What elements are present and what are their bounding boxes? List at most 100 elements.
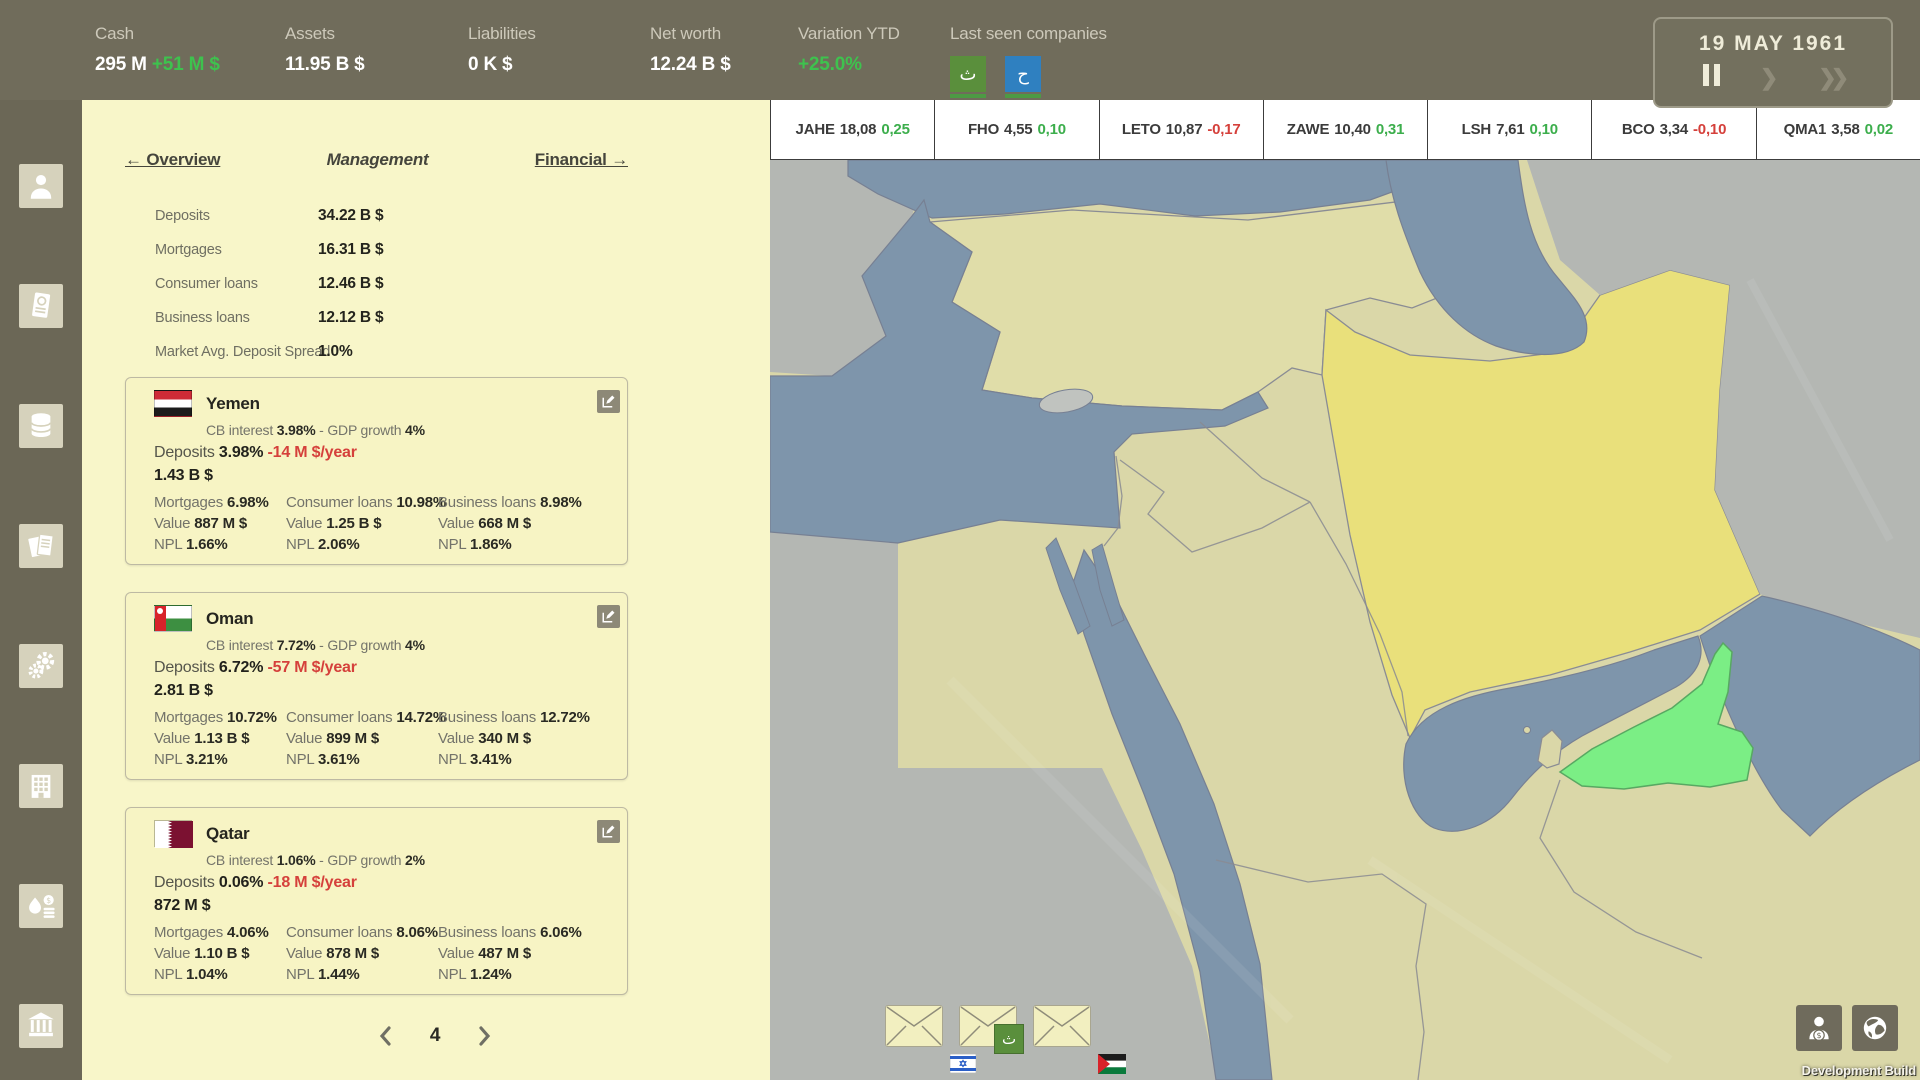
country-card-oman: Oman CB interest 7.72% - GDP growth 4% D… [125,592,628,780]
svg-text:$: $ [1816,1031,1821,1040]
demographics-button[interactable]: $ [1796,1005,1842,1051]
company-underline [950,94,986,98]
stat-row: Business loans12.12 B $ [125,302,685,336]
nav-financial-link[interactable]: Financial → [535,150,628,170]
pause-icon [1703,64,1720,86]
business-loans-column: Business loans 8.98% Value 668 M $ NPL 1… [438,492,582,555]
edit-country-button[interactable] [597,820,620,843]
prev-page-button[interactable] [376,1025,396,1047]
fast-forward-icon: ❯❯ [1818,65,1843,90]
liabilities-stat: Liabilities 0 K $ [468,24,536,76]
stock-ticker: JAHE18,080,25 FHO4,550,10 LETO10,87-0,17… [770,100,1920,160]
ticker-item[interactable]: LETO10,87-0,17 [1099,100,1263,159]
cash-stat: Cash 295 M +51 M $ [95,24,220,76]
ticker-item[interactable]: QMA13,580,02 [1756,100,1920,159]
nav-overview-link[interactable]: ← Overview [125,150,220,170]
sidebar-contracts-button[interactable] [19,284,63,328]
consumer-loans-column: Consumer loans 8.06% Value 878 M $ NPL 1… [286,922,438,985]
deposits-line: Deposits 6.72% -57 M $/year [154,659,357,677]
message-envelope-israel[interactable] [885,1005,943,1047]
country-management-panel: ← Overview Management Financial → Deposi… [82,100,770,1080]
person-money-icon: $ [1803,1012,1835,1044]
deposits-change: -18 M $/year [268,874,357,891]
edit-icon [601,609,616,624]
world-map[interactable]: ث $ Development Build [770,160,1920,1080]
aggregate-stats: Deposits34.22 B $ Mortgages16.31 B $ Con… [125,200,685,370]
stat-row: Deposits34.22 B $ [125,200,685,234]
map-corner-buttons: $ [1796,1005,1898,1051]
stat-row: Mortgages16.31 B $ [125,234,685,268]
company-shortcut-1[interactable]: ث [950,56,986,98]
svg-text:$: $ [46,896,51,905]
chevron-left-icon [376,1025,396,1047]
cards-icon [24,529,58,563]
sidebar-deposits-button[interactable] [19,404,63,448]
message-envelope-palestine[interactable] [1033,1005,1091,1047]
ticker-item[interactable]: FHO4,550,10 [934,100,1098,159]
country-card-yemen: Yemen CB interest 3.98% - GDP growth 4% … [125,377,628,565]
next-page-button[interactable] [474,1025,494,1047]
business-loans-column: Business loans 12.72% Value 340 M $ NPL … [438,707,590,770]
consumer-loans-column: Consumer loans 10.98% Value 1.25 B $ NPL… [286,492,438,555]
company-underline [1005,94,1041,98]
country-card-qatar: Qatar CB interest 1.06% - GDP growth 2% … [125,807,628,995]
sidebar-operations-button[interactable] [19,644,63,688]
mortgages-column: Mortgages 4.06% Value 1.10 B $ NPL 1.04% [154,922,286,985]
company-icon: ح [1005,56,1041,92]
loans-grid: Mortgages 6.98% Value 887 M $ NPL 1.66% … [154,492,582,555]
sidebar: $ [0,100,82,1080]
variation-ytd-stat: Variation YTD +25.0% [798,24,900,76]
game-date: 19 MAY 1961 [1655,32,1891,56]
globe-button[interactable] [1852,1005,1898,1051]
ticker-item[interactable]: BCO3,34-0,10 [1591,100,1755,159]
qatar-flag [154,820,192,847]
cb-gdp-line: CB interest 7.72% - GDP growth 4% [206,637,425,653]
bahrain-island [1524,727,1531,734]
edit-icon [601,394,616,409]
ticker-item[interactable]: LSH7,610,10 [1427,100,1591,159]
company-icon: ث [950,56,986,92]
ticker-item[interactable]: ZAWE10,400,31 [1263,100,1427,159]
play-button[interactable]: ❯ [1760,66,1778,90]
database-icon [24,409,58,443]
pagination: 4 [125,1025,745,1047]
cb-gdp-line: CB interest 3.98% - GDP growth 4% [206,422,425,438]
fast-forward-button[interactable]: ❯❯ [1818,66,1843,90]
edit-country-button[interactable] [597,605,620,628]
sidebar-commodities-button[interactable]: $ [19,884,63,928]
date-panel: 19 MAY 1961 ❯ ❯❯ [1653,17,1893,108]
sidebar-central-bank-button[interactable] [19,1004,63,1048]
message-envelope-company[interactable]: ث [959,1005,1017,1047]
nav-current-tab: Management [327,150,429,170]
loans-grid: Mortgages 4.06% Value 1.10 B $ NPL 1.04%… [154,922,582,985]
cash-delta: +51 M $ [152,54,220,75]
mortgages-column: Mortgages 10.72% Value 1.13 B $ NPL 3.21… [154,707,286,770]
sidebar-branches-button[interactable] [19,764,63,808]
deposits-line: Deposits 0.06% -18 M $/year [154,874,357,892]
envelope-icon [886,1006,942,1046]
globe-icon [1859,1012,1891,1044]
ticker-item[interactable]: JAHE18,080,25 [770,100,934,159]
gears-icon [24,649,58,683]
sidebar-reports-button[interactable] [19,524,63,568]
message-row: ث [885,1005,1091,1047]
deposits-value: 2.81 B $ [154,682,213,700]
deposits-line: Deposits 3.98% -14 M $/year [154,444,357,462]
edit-country-button[interactable] [597,390,620,413]
cash-value: 295 M +51 M $ [95,54,220,76]
sidebar-profile-button[interactable] [19,164,63,208]
panel-nav: ← Overview Management Financial → [125,150,628,170]
last-seen-companies: Last seen companies ث ح [950,24,1107,98]
document-icon [24,289,58,323]
stat-row: Market Avg. Deposit Spread1.0% [125,336,685,370]
deposits-value: 872 M $ [154,897,210,915]
country-name: Yemen [206,394,260,414]
cb-gdp-line: CB interest 1.06% - GDP growth 2% [206,852,425,868]
consumer-loans-column: Consumer loans 14.72% Value 899 M $ NPL … [286,707,438,770]
pause-button[interactable] [1703,64,1720,91]
person-icon [24,169,58,203]
page-number: 4 [430,1025,440,1047]
company-shortcut-2[interactable]: ح [1005,56,1041,98]
country-name: Qatar [206,824,249,844]
company-icon: ث [994,1024,1024,1054]
